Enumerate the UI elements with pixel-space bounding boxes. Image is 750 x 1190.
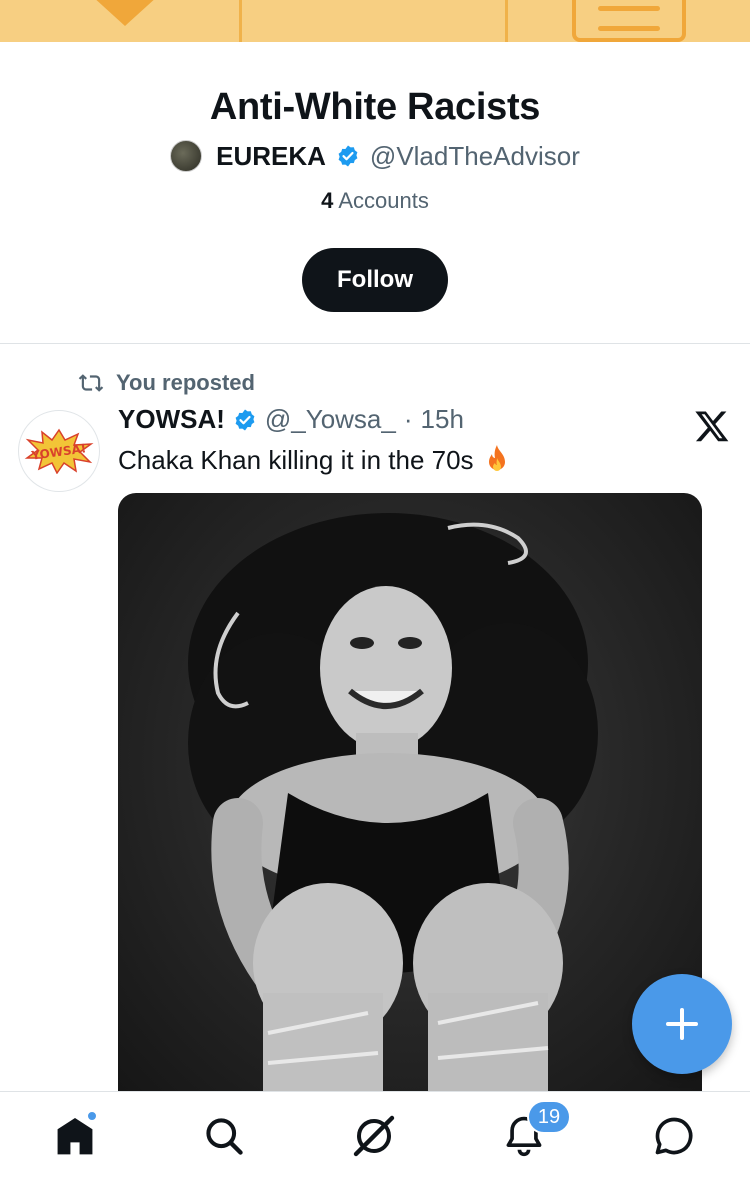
author-avatar[interactable]: YOWSA! xyxy=(18,410,100,492)
tweet-time[interactable]: 15h xyxy=(421,404,464,435)
chat-bubble-icon xyxy=(655,1117,693,1155)
plus-icon xyxy=(666,1008,698,1040)
list-header: Anti-White Racists EUREKA @VladTheAdviso… xyxy=(0,42,750,344)
owner-name[interactable]: EUREKA xyxy=(216,141,326,172)
banner-logo-icon xyxy=(96,0,154,26)
tweet-media-photo[interactable] xyxy=(118,493,702,1091)
search-icon xyxy=(206,1118,243,1155)
author-handle[interactable]: @_Yowsa_ xyxy=(265,404,396,435)
verified-badge-icon xyxy=(338,145,358,167)
bottom-nav: 19 xyxy=(0,1091,750,1190)
photo-illustration xyxy=(188,513,598,1091)
owner-avatar[interactable] xyxy=(170,140,203,172)
home-new-dot xyxy=(86,1110,98,1122)
nav-messages[interactable] xyxy=(646,1108,702,1164)
tweet-header: YOWSA! @_Yowsa_ · 15h xyxy=(118,404,464,435)
nav-search[interactable] xyxy=(196,1108,252,1164)
yowsa-avatar-logo: YOWSA! xyxy=(24,428,94,474)
fire-emoji-icon xyxy=(488,445,505,471)
notifications-badge: 19 xyxy=(527,1100,571,1134)
separator-dot: · xyxy=(403,404,413,434)
compose-button[interactable] xyxy=(632,974,732,1074)
top-banner xyxy=(0,0,750,42)
verified-badge-icon xyxy=(235,409,255,430)
member-count-number: 4 xyxy=(321,188,334,213)
x-logo-icon[interactable] xyxy=(694,408,730,444)
repost-indicator: You reposted xyxy=(78,370,255,396)
list-owner[interactable]: EUREKA @VladTheAdvisor xyxy=(0,140,750,172)
nav-grok[interactable] xyxy=(346,1108,402,1164)
grok-icon xyxy=(353,1115,395,1157)
banner-menu-icon[interactable] xyxy=(572,0,686,42)
banner-segment xyxy=(245,0,508,42)
owner-handle[interactable]: @VladTheAdvisor xyxy=(370,141,580,172)
repost-icon xyxy=(78,374,104,392)
tweet-body: Chaka Khan killing it in the 70s xyxy=(118,444,474,475)
author-name[interactable]: YOWSA! xyxy=(118,404,225,435)
follow-button[interactable]: Follow xyxy=(302,248,448,312)
repost-label: You reposted xyxy=(116,370,255,395)
member-count-label: Accounts xyxy=(338,188,429,213)
tweet-text: Chaka Khan killing it in the 70s xyxy=(118,444,512,476)
list-title: Anti-White Racists xyxy=(209,86,541,128)
member-count[interactable]: 4 Accounts xyxy=(0,188,750,214)
